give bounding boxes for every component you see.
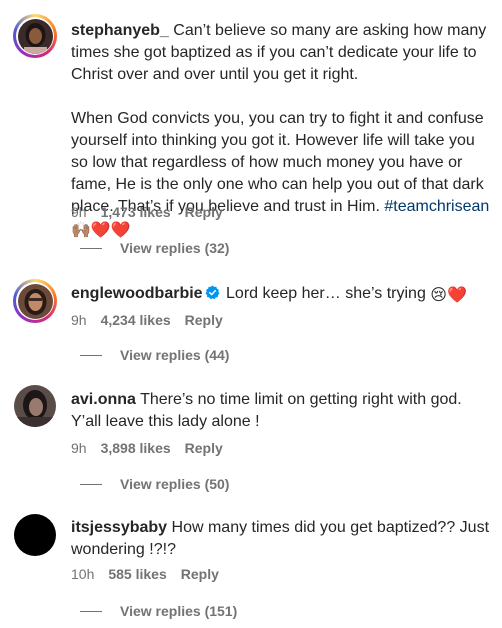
- view-replies-button[interactable]: View replies (50): [80, 476, 229, 492]
- user-photo-icon: [14, 385, 56, 427]
- reply-button[interactable]: Reply: [185, 204, 223, 220]
- timestamp[interactable]: 9h: [71, 312, 87, 328]
- likes-count[interactable]: 1,473 likes: [101, 204, 171, 220]
- username[interactable]: englewoodbarbie: [71, 285, 203, 302]
- view-replies-label: View replies (50): [120, 476, 230, 492]
- view-replies-button[interactable]: View replies (151): [80, 603, 237, 619]
- timestamp[interactable]: 9h: [71, 440, 87, 456]
- avatar[interactable]: [14, 514, 56, 556]
- comment-text: itsjessybaby How many times did you get …: [71, 517, 494, 561]
- comment-text: avi.onna There’s no time limit on gettin…: [71, 389, 494, 433]
- likes-count[interactable]: 3,898 likes: [101, 440, 171, 456]
- user-photo-icon: [17, 283, 53, 319]
- likes-count[interactable]: 4,234 likes: [101, 312, 171, 328]
- view-replies-button[interactable]: View replies (32): [80, 240, 229, 256]
- comment-meta: 9h 1,473 likes Reply: [71, 204, 223, 220]
- comment-meta: 9h 4,234 likes Reply: [71, 312, 223, 328]
- view-replies-label: View replies (32): [120, 240, 230, 256]
- likes-count[interactable]: 585 likes: [108, 566, 166, 582]
- view-replies-label: View replies (151): [120, 603, 238, 619]
- reply-button[interactable]: Reply: [185, 440, 223, 456]
- emoji-group: 🙌🏽❤️❤️: [71, 222, 131, 239]
- timestamp[interactable]: 9h: [71, 204, 87, 220]
- verified-badge-icon: [205, 285, 220, 300]
- comment-text: englewoodbarbie Lord keep her… she’s try…: [71, 283, 494, 307]
- reply-button[interactable]: Reply: [185, 312, 223, 328]
- avatar[interactable]: [13, 279, 57, 323]
- comment-text-body: Lord keep her… she’s trying: [221, 285, 431, 302]
- reply-button[interactable]: Reply: [181, 566, 219, 582]
- username[interactable]: itsjessybaby: [71, 519, 167, 536]
- avatar[interactable]: [13, 14, 57, 58]
- divider-line: [80, 610, 102, 612]
- view-replies-label: View replies (44): [120, 347, 230, 363]
- view-replies-button[interactable]: View replies (44): [80, 347, 229, 363]
- user-photo-icon: [17, 18, 53, 54]
- comment-meta: 10h 585 likes Reply: [71, 566, 219, 582]
- avatar[interactable]: [14, 385, 56, 427]
- username[interactable]: stephanyeb_: [71, 22, 169, 39]
- comment-meta: 9h 3,898 likes Reply: [71, 440, 223, 456]
- divider-line: [80, 483, 102, 485]
- hashtag-link[interactable]: #teamchrisean: [384, 198, 489, 215]
- username[interactable]: avi.onna: [71, 391, 136, 408]
- divider-line: [80, 354, 102, 356]
- timestamp[interactable]: 10h: [71, 566, 94, 582]
- emoji-group: 😢❤️: [430, 287, 467, 304]
- divider-line: [80, 247, 102, 249]
